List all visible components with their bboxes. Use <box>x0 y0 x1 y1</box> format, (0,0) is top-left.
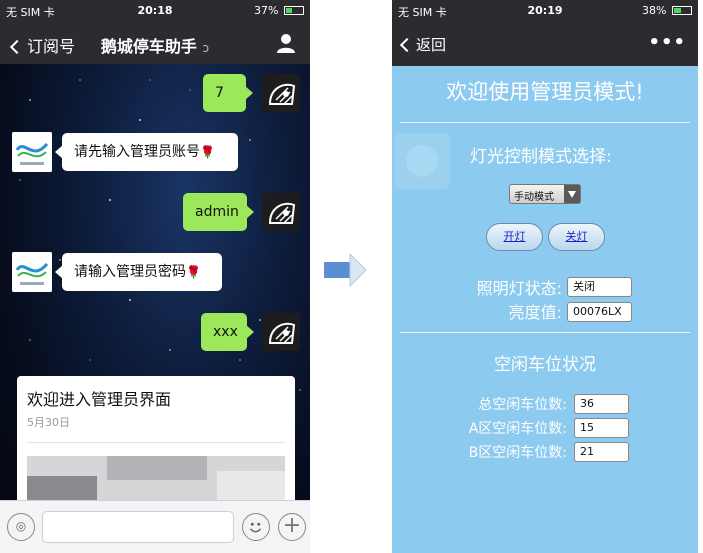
message-text: xxx <box>213 324 238 340</box>
battery-indicator: 38% <box>642 4 692 17</box>
article-title: 欢迎进入管理员界面 <box>27 390 172 409</box>
card-divider <box>27 442 285 443</box>
total-free-field: 36 <box>574 394 629 414</box>
bot-avatar <box>12 252 52 292</box>
rose-icon: 🌹 <box>186 265 201 279</box>
faded-logo-circle <box>406 145 438 177</box>
chat-title: 鹅城停车助手 ↄ <box>0 33 310 57</box>
message-text: 请输入管理员密码 <box>74 264 186 280</box>
emoji-icon[interactable] <box>242 513 270 541</box>
battery-icon <box>672 6 692 15</box>
voice-icon[interactable]: ◎ <box>7 513 35 541</box>
article-cover-image <box>27 456 285 506</box>
chat-title-text: 鹅城停车助手 <box>100 37 197 56</box>
divider <box>400 122 690 123</box>
battery-indicator: 37% <box>254 4 304 17</box>
battery-percent: 37% <box>254 4 279 17</box>
message-bubble-sent: admin <box>183 193 254 231</box>
zone-a-free-field: 15 <box>574 418 629 438</box>
page-title: 欢迎使用管理员模式! <box>446 80 644 104</box>
bot-avatar <box>12 132 52 172</box>
message-input[interactable] <box>42 511 234 543</box>
battery-percent: 38% <box>642 4 667 17</box>
rose-icon: 🌹 <box>200 145 215 159</box>
parking-section-title: 空闲车位状况 <box>494 355 596 375</box>
message-text: 7 <box>215 85 224 101</box>
message-bubble-received: 请输入管理员密码🌹 <box>55 253 222 291</box>
brightness-label: 亮度值: <box>508 303 562 322</box>
divider <box>400 332 690 333</box>
message-bubble-received: 请先输入管理员账号🌹 <box>55 133 238 171</box>
chat-navbar: 订阅号 鹅城停车助手 ↄ <box>0 22 310 64</box>
status-bar: 无 SIM 卡 20:19 38% <box>392 0 698 22</box>
article-date: 5月30日 <box>27 416 70 429</box>
article-card[interactable]: 欢迎进入管理员界面 5月30日 <box>17 376 295 506</box>
profile-icon[interactable] <box>276 32 296 54</box>
zone-b-free-label: B区空闲车位数: <box>468 445 567 461</box>
user-avatar <box>262 74 300 112</box>
more-icon[interactable]: ••• <box>648 32 686 53</box>
light-status-field: 关闭 <box>567 277 632 297</box>
message-text: 请先输入管理员账号 <box>74 144 200 160</box>
admin-panel-screen: 无 SIM 卡 20:19 38% 返回 ••• 欢迎使用管理员模式! 灯光控制… <box>392 0 698 553</box>
battery-icon <box>284 6 304 15</box>
message-bubble-sent: 7 <box>203 74 253 112</box>
brightness-field: 00076LX <box>567 302 632 322</box>
zone-b-free-field: 21 <box>574 442 629 462</box>
user-avatar <box>262 193 300 231</box>
mode-select[interactable]: 手动模式 <box>509 184 581 204</box>
transition-arrow-icon <box>324 252 367 288</box>
light-control-label: 灯光控制模式选择: <box>470 147 612 167</box>
status-bar: 无 SIM 卡 20:18 37% <box>0 0 310 22</box>
back-button[interactable]: 返回 <box>398 34 446 55</box>
dropdown-arrow-icon <box>564 185 580 203</box>
wechat-chat-screen: 无 SIM 卡 20:18 37% 订阅号 鹅城停车助手 ↄ 7 请先输入管理员… <box>0 0 310 553</box>
earpiece-icon: ↄ <box>202 41 210 55</box>
light-off-button[interactable]: 关灯 <box>548 223 605 251</box>
webview-navbar: 返回 ••• <box>392 22 698 66</box>
light-on-button[interactable]: 开灯 <box>486 223 543 251</box>
message-bubble-sent: xxx <box>201 313 254 351</box>
message-text: admin <box>195 204 239 220</box>
total-free-label: 总空闲车位数: <box>478 397 567 413</box>
chevron-left-icon <box>399 37 415 53</box>
back-label: 返回 <box>416 36 447 54</box>
chat-input-bar: ◎ + <box>0 500 310 553</box>
light-status-label: 照明灯状态: <box>476 279 562 298</box>
user-avatar <box>262 313 300 351</box>
zone-a-free-label: A区空闲车位数: <box>468 421 567 437</box>
plus-icon[interactable]: + <box>278 513 306 541</box>
mode-select-value: 手动模式 <box>514 192 554 203</box>
